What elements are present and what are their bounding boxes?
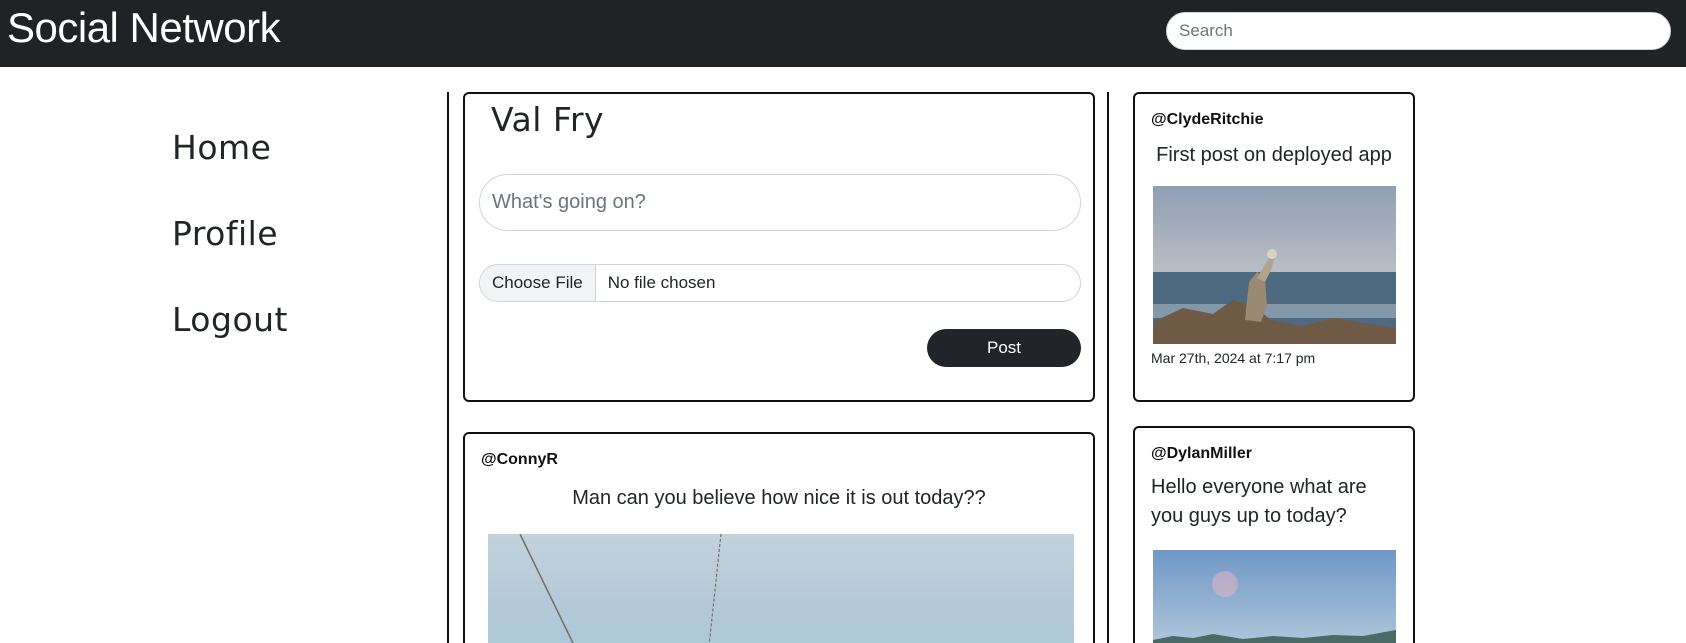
brand-title[interactable]: Social Network	[7, 4, 281, 52]
post-button[interactable]: Post	[927, 329, 1081, 367]
navbar: Social Network	[0, 0, 1686, 67]
feed-right-border	[1107, 92, 1109, 643]
side-post-card: @DylanMiller Hello everyone what are you…	[1133, 426, 1415, 643]
post-image	[1153, 186, 1396, 344]
file-input[interactable]: Choose File No file chosen	[479, 264, 1081, 302]
post-text: First post on deployed app	[1156, 144, 1392, 166]
post-image	[1153, 550, 1396, 643]
feed-post-card: @ConnyR Man can you believe how nice it …	[463, 432, 1095, 643]
post-author-handle[interactable]: @DylanMiller	[1151, 445, 1252, 463]
post-author-handle[interactable]: @ConnyR	[481, 451, 558, 469]
post-text: Hello everyone what are you guys up to t…	[1151, 476, 1367, 527]
post-author-handle[interactable]: @ClydeRitchie	[1151, 111, 1264, 129]
composer-card: Val Fry Choose File No file chosen Post	[463, 92, 1095, 402]
side-nav: Home Profile Logout	[172, 128, 288, 386]
post-text: Man can you believe how nice it is out t…	[572, 487, 986, 509]
feed-left-border	[447, 92, 449, 643]
composer-user-name: Val Fry	[491, 100, 605, 139]
choose-file-button[interactable]: Choose File	[480, 265, 596, 301]
nav-link-profile[interactable]: Profile	[172, 214, 288, 300]
nav-link-logout[interactable]: Logout	[172, 300, 288, 386]
side-post-card: @ClydeRitchie First post on deployed app…	[1133, 92, 1415, 402]
nav-link-home[interactable]: Home	[172, 128, 288, 214]
seaside-rock-photo	[1153, 186, 1396, 344]
search-input[interactable]	[1166, 12, 1671, 50]
file-status-text: No file chosen	[607, 273, 716, 292]
post-text-input[interactable]	[479, 174, 1081, 231]
post-timestamp: Mar 27th, 2024 at 7:17 pm	[1151, 350, 1316, 366]
landscape-photo	[1153, 550, 1396, 643]
post-image	[488, 534, 1074, 643]
post-image-graphic	[519, 534, 722, 643]
